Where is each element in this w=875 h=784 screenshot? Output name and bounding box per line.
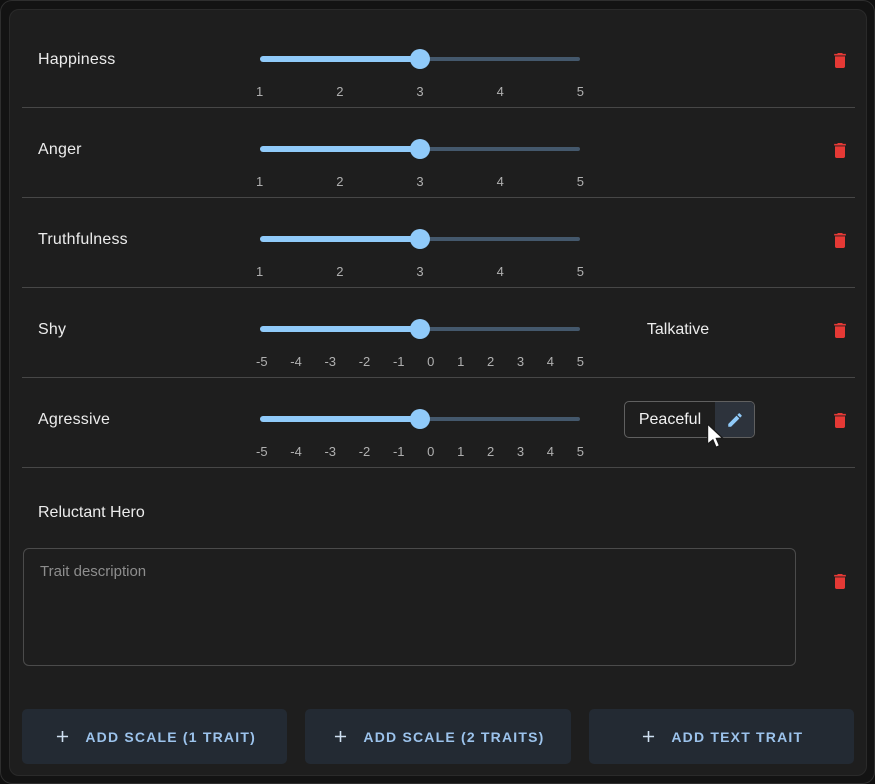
tick-label: -5 <box>256 444 268 459</box>
plus-icon <box>53 727 72 746</box>
slider-track-active[interactable] <box>260 326 420 332</box>
slider-ticks: -5 -4 -3 -2 -1 0 1 2 3 4 5 <box>256 444 584 459</box>
tick-label: -4 <box>290 444 302 459</box>
slider-thumb[interactable] <box>410 49 430 69</box>
trash-icon <box>830 140 850 161</box>
trash-icon <box>830 571 850 592</box>
scale-row: Agressive -5 -4 -3 -2 -1 0 1 2 3 4 5 Pea… <box>10 378 866 468</box>
tick-label: 0 <box>427 354 434 369</box>
slider-thumb[interactable] <box>410 229 430 249</box>
trait-slider[interactable] <box>260 319 580 339</box>
right-trait-label: Peaceful <box>625 402 715 437</box>
tick-label: 1 <box>256 84 263 99</box>
tick-label: 4 <box>547 444 554 459</box>
tick-label: 2 <box>336 84 343 99</box>
tick-label: 1 <box>256 264 263 279</box>
window-frame: Happiness 1 2 3 4 5 Anger 1 2 3 4 <box>0 0 875 784</box>
plus-icon <box>331 727 350 746</box>
trait-slider[interactable] <box>260 49 580 69</box>
trash-icon <box>830 50 850 71</box>
tick-label: 4 <box>547 354 554 369</box>
tick-label: 0 <box>427 444 434 459</box>
trash-icon <box>830 320 850 341</box>
tick-label: 5 <box>577 174 584 189</box>
slider-ticks: 1 2 3 4 5 <box>256 264 584 279</box>
tick-label: 1 <box>457 444 464 459</box>
tick-label: 5 <box>577 264 584 279</box>
right-trait-label: Talkative <box>590 321 766 339</box>
tick-label: 3 <box>517 354 524 369</box>
slider-thumb[interactable] <box>410 319 430 339</box>
add-scale-1-trait-label: ADD SCALE (1 TRAIT) <box>85 729 256 745</box>
tick-label: 5 <box>577 354 584 369</box>
tick-label: 1 <box>256 174 263 189</box>
add-scale-2-traits-button[interactable]: ADD SCALE (2 TRAITS) <box>305 709 570 764</box>
pencil-icon <box>726 411 744 429</box>
slider-thumb[interactable] <box>410 409 430 429</box>
tick-label: 4 <box>497 84 504 99</box>
footer-actions: ADD SCALE (1 TRAIT) ADD SCALE (2 TRAITS)… <box>22 709 854 764</box>
trait-label: Truthfulness <box>38 231 128 249</box>
tick-label: 5 <box>577 444 584 459</box>
slider-track-active[interactable] <box>260 146 420 152</box>
tick-label: 4 <box>497 264 504 279</box>
scale-row: Happiness 1 2 3 4 5 <box>10 10 866 108</box>
tick-label: 2 <box>487 444 494 459</box>
tick-label: 5 <box>577 84 584 99</box>
add-text-trait-label: ADD TEXT TRAIT <box>671 729 803 745</box>
slider-track-active[interactable] <box>260 416 420 422</box>
trait-slider[interactable] <box>260 139 580 159</box>
trait-label: Happiness <box>38 51 115 69</box>
delete-trait-button[interactable] <box>820 401 860 439</box>
trait-label: Agressive <box>38 411 110 429</box>
traits-panel: Happiness 1 2 3 4 5 Anger 1 2 3 4 <box>9 9 867 776</box>
text-trait-label: Reluctant Hero <box>38 504 145 522</box>
delete-trait-button[interactable] <box>820 221 860 259</box>
scale-row: Anger 1 2 3 4 5 <box>10 108 866 198</box>
tick-label: 3 <box>416 174 423 189</box>
tick-label: 3 <box>416 264 423 279</box>
tick-label: -5 <box>256 354 268 369</box>
delete-trait-button[interactable] <box>820 311 860 349</box>
slider-thumb[interactable] <box>410 139 430 159</box>
add-scale-1-trait-button[interactable]: ADD SCALE (1 TRAIT) <box>22 709 287 764</box>
scale-row: Shy -5 -4 -3 -2 -1 0 1 2 3 4 5 Talkative <box>10 288 866 378</box>
trait-slider[interactable] <box>260 409 580 429</box>
add-text-trait-button[interactable]: ADD TEXT TRAIT <box>589 709 854 764</box>
slider-ticks: 1 2 3 4 5 <box>256 174 584 189</box>
tick-label: 1 <box>457 354 464 369</box>
tick-label: -3 <box>324 444 336 459</box>
tick-label: 3 <box>416 84 423 99</box>
tick-label: 2 <box>336 174 343 189</box>
trait-label: Shy <box>38 321 66 339</box>
tick-label: -1 <box>393 354 405 369</box>
tick-label: -3 <box>324 354 336 369</box>
add-scale-2-traits-label: ADD SCALE (2 TRAITS) <box>363 729 544 745</box>
trait-slider[interactable] <box>260 229 580 249</box>
trait-label: Anger <box>38 141 82 159</box>
tick-label: -2 <box>359 444 371 459</box>
tick-label: -4 <box>290 354 302 369</box>
right-trait-edit-box[interactable]: Peaceful <box>624 401 755 438</box>
tick-label: -2 <box>359 354 371 369</box>
tick-label: 2 <box>487 354 494 369</box>
delete-trait-button[interactable] <box>820 131 860 169</box>
slider-ticks: -5 -4 -3 -2 -1 0 1 2 3 4 5 <box>256 354 584 369</box>
tick-label: 2 <box>336 264 343 279</box>
tick-label: -1 <box>393 444 405 459</box>
scale-row: Truthfulness 1 2 3 4 5 <box>10 198 866 288</box>
delete-trait-button[interactable] <box>820 562 860 600</box>
edit-trait-button[interactable] <box>715 402 754 437</box>
plus-icon <box>639 727 658 746</box>
slider-track-active[interactable] <box>260 56 420 62</box>
tick-label: 3 <box>517 444 524 459</box>
trait-description-input[interactable] <box>23 548 796 666</box>
delete-trait-button[interactable] <box>820 41 860 79</box>
text-trait-row: Reluctant Hero <box>10 468 866 710</box>
tick-label: 4 <box>497 174 504 189</box>
trash-icon <box>830 230 850 251</box>
slider-ticks: 1 2 3 4 5 <box>256 84 584 99</box>
trash-icon <box>830 410 850 431</box>
slider-track-active[interactable] <box>260 236 420 242</box>
